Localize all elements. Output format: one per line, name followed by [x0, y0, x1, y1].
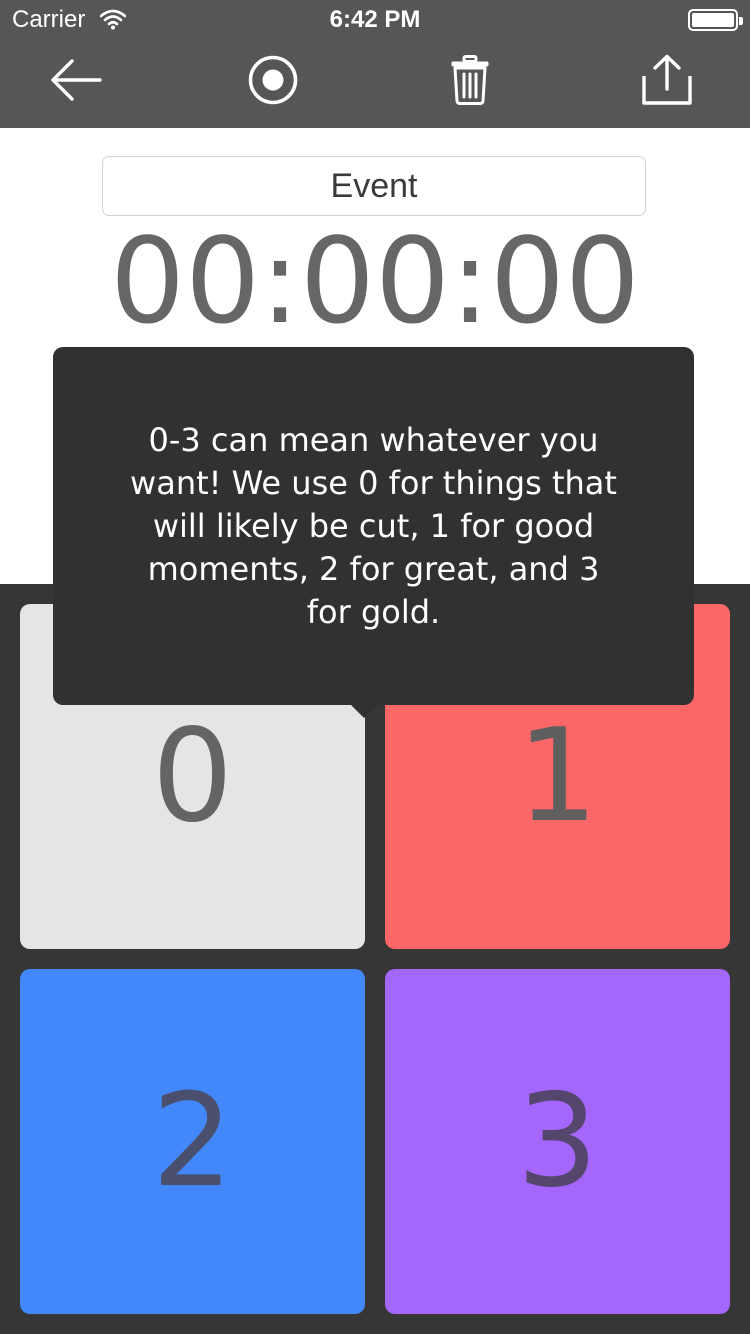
timer-display: 00:00:00: [110, 212, 640, 350]
back-arrow-icon: [50, 58, 102, 107]
back-button[interactable]: [46, 52, 106, 112]
battery-icon: [688, 9, 743, 31]
tooltip-text: 0-3 can mean whatever you want! We use 0…: [130, 420, 617, 631]
share-button[interactable]: [637, 52, 697, 112]
rating-1-label: 1: [516, 702, 599, 851]
event-name-field[interactable]: Event: [102, 156, 646, 216]
delete-button[interactable]: [440, 52, 500, 112]
rating-0-label: 0: [151, 702, 234, 851]
rating-2-label: 2: [151, 1067, 234, 1216]
record-button[interactable]: [243, 52, 303, 112]
status-bar: Carrier 6:42 PM: [0, 0, 750, 40]
record-icon: [247, 54, 299, 111]
trash-icon: [450, 54, 490, 110]
rating-2-button[interactable]: 2: [20, 969, 365, 1314]
rating-3-button[interactable]: 3: [385, 969, 730, 1314]
rating-3-label: 3: [516, 1067, 599, 1216]
top-bar: Carrier 6:42 PM: [0, 0, 750, 128]
tooltip-arrow: [350, 704, 378, 718]
help-tooltip[interactable]: 0-3 can mean whatever you want! We use 0…: [53, 347, 694, 705]
share-icon: [641, 54, 693, 111]
status-time: 6:42 PM: [329, 6, 421, 33]
